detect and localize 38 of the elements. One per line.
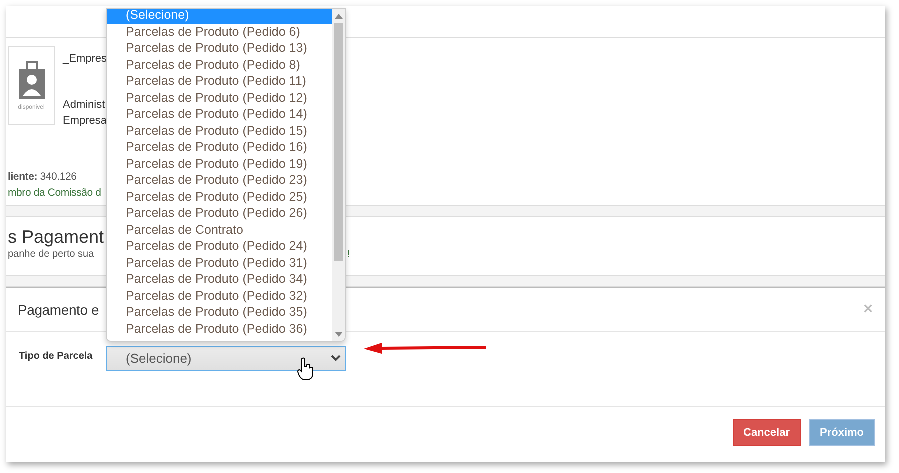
id-badge-icon — [16, 60, 46, 100]
cancel-button[interactable]: Cancelar — [732, 419, 801, 446]
dropdown-option[interactable]: Parcelas de Produto (Pedido 35) — [107, 304, 332, 320]
arrow-icon — [362, 340, 488, 356]
dropdown-option[interactable]: Parcelas de Produto (Pedido 25) — [107, 188, 332, 205]
client-id: liente: 340.126 — [8, 170, 77, 185]
dropdown-option[interactable]: Parcelas de Produto (Pedido 34) — [107, 271, 332, 288]
section-title: s Pagament — [8, 226, 104, 249]
dropdown-option[interactable]: Parcelas de Produto (Pedido 13) — [107, 40, 332, 56]
dropdown-option[interactable]: Parcelas de Produto (Pedido 11) — [107, 73, 332, 90]
field-label: Tipo de Parcela — [19, 351, 94, 362]
installment-type-select[interactable]: (Selecione) — [106, 346, 346, 371]
subtitle-end: ! — [347, 249, 350, 260]
scrollbar[interactable] — [332, 9, 345, 341]
dropdown-option[interactable]: Parcelas de Contrato — [107, 222, 332, 238]
dropdown-option[interactable]: Parcelas de Produto (Pedido 24) — [107, 238, 332, 254]
dropdown-option[interactable]: Parcelas de Produto (Pedido 12) — [107, 90, 332, 106]
company-label: Empresa — [63, 114, 108, 129]
hand-cursor-icon — [297, 357, 315, 381]
dropdown-option[interactable]: Parcelas de Produto (Pedido 14) — [107, 106, 332, 122]
dropdown-option[interactable]: Parcelas de Produto (Pedido 19) — [107, 156, 332, 172]
chevron-down-icon — [331, 355, 341, 362]
scroll-up-icon[interactable] — [334, 14, 342, 19]
dropdown-option[interactable]: Parcelas de Produto (Pedido 15) — [107, 122, 332, 139]
dropdown-option[interactable]: Parcelas de Produto (Pedido 36) — [107, 320, 332, 337]
dropdown-option[interactable]: Parcelas de Produto (Pedido 6) — [107, 24, 332, 40]
section-subtitle: panhe de perto sua — [8, 249, 94, 260]
user-role: Administ — [63, 98, 106, 113]
commission-text: mbro da Comissão d — [8, 186, 102, 201]
company-name: _Empres — [63, 52, 108, 67]
modal-title: Pagamento e — [18, 302, 100, 318]
dropdown-option[interactable]: Parcelas de Produto (Pedido 32) — [107, 288, 332, 304]
dropdown-option[interactable]: Parcelas de Produto (Pedido 23) — [107, 172, 332, 188]
dropdown-option[interactable]: Parcelas de Produto (Pedido 31) — [107, 254, 332, 271]
dropdown-option[interactable]: Parcelas de Produto (Pedido 16) — [107, 139, 332, 156]
scroll-down-icon[interactable] — [334, 332, 342, 337]
dropdown-option[interactable]: Parcelas de Produto (Pedido 26) — [107, 205, 332, 222]
dropdown-option[interactable]: Parcelas de Produto (Pedido 8) — [107, 56, 332, 73]
